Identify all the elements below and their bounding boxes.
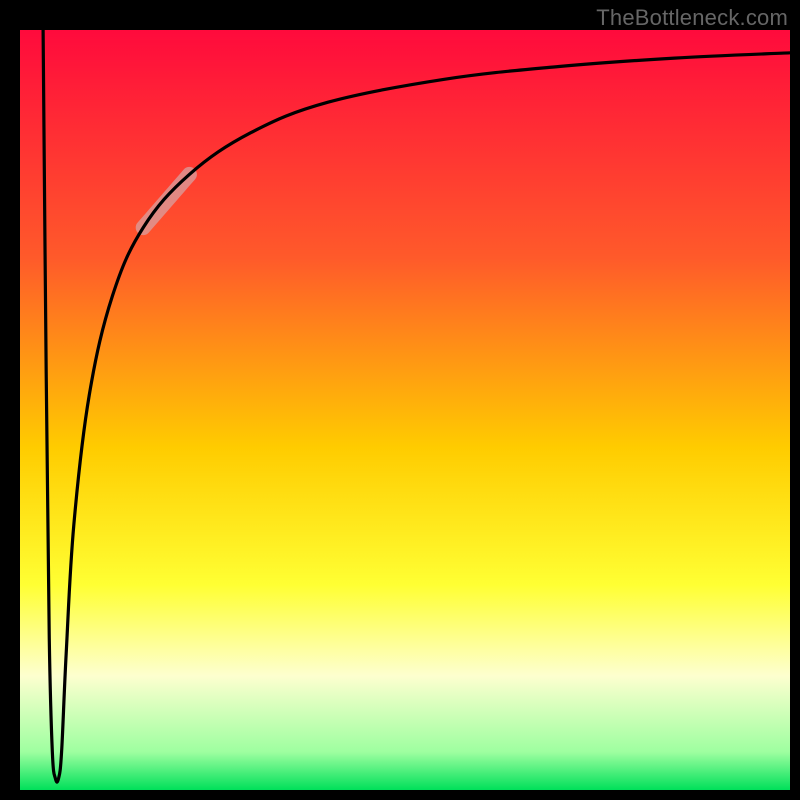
- bottleneck-chart: [0, 0, 800, 800]
- watermark-label: TheBottleneck.com: [596, 5, 788, 31]
- chart-gradient-background: [20, 30, 790, 790]
- chart-container: TheBottleneck.com: [0, 0, 800, 800]
